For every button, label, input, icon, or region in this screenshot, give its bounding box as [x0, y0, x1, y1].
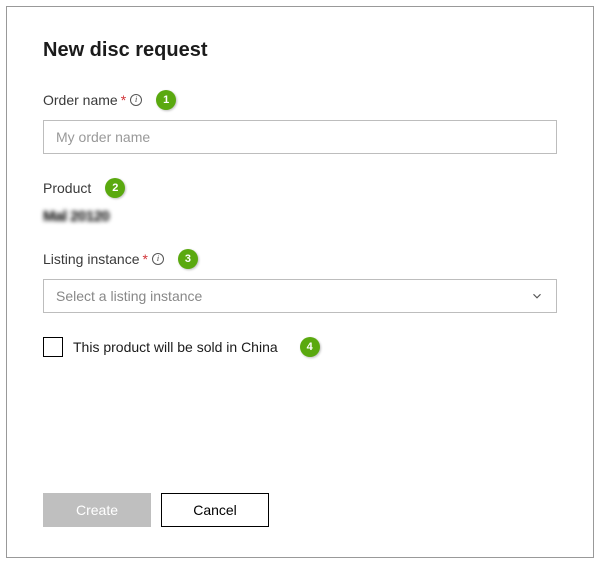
callout-badge-3: 3: [178, 249, 198, 269]
listing-instance-placeholder: Select a listing instance: [56, 288, 202, 304]
page-title: New disc request: [43, 39, 557, 62]
cancel-button[interactable]: Cancel: [161, 493, 269, 527]
order-name-label-row: Order name * i 1: [43, 90, 557, 110]
sold-in-china-label: This product will be sold in China: [73, 339, 278, 355]
callout-badge-2: 2: [105, 178, 125, 198]
listing-instance-field: Listing instance * i 3 Select a listing …: [43, 249, 557, 313]
product-value: Mal 20120: [43, 208, 557, 225]
order-name-input[interactable]: [43, 120, 557, 154]
info-icon[interactable]: i: [152, 253, 164, 265]
order-name-label: Order name: [43, 92, 118, 108]
sold-in-china-checkbox[interactable]: [43, 337, 63, 357]
product-label: Product: [43, 180, 91, 196]
product-field: Product 2 Mal 20120: [43, 178, 557, 225]
listing-instance-label: Listing instance: [43, 251, 140, 267]
product-label-row: Product 2: [43, 178, 557, 198]
new-disc-request-panel: New disc request Order name * i 1 Produc…: [6, 6, 594, 558]
create-button[interactable]: Create: [43, 493, 151, 527]
callout-badge-4: 4: [300, 337, 320, 357]
sold-in-china-row: This product will be sold in China 4: [43, 337, 557, 357]
info-icon[interactable]: i: [130, 94, 142, 106]
order-name-field: Order name * i 1: [43, 90, 557, 154]
listing-instance-label-row: Listing instance * i 3: [43, 249, 557, 269]
chevron-down-icon: [530, 289, 544, 303]
callout-badge-1: 1: [156, 90, 176, 110]
required-asterisk: *: [121, 92, 126, 108]
listing-instance-select[interactable]: Select a listing instance: [43, 279, 557, 313]
required-asterisk: *: [143, 251, 148, 267]
button-row: Create Cancel: [43, 493, 269, 527]
